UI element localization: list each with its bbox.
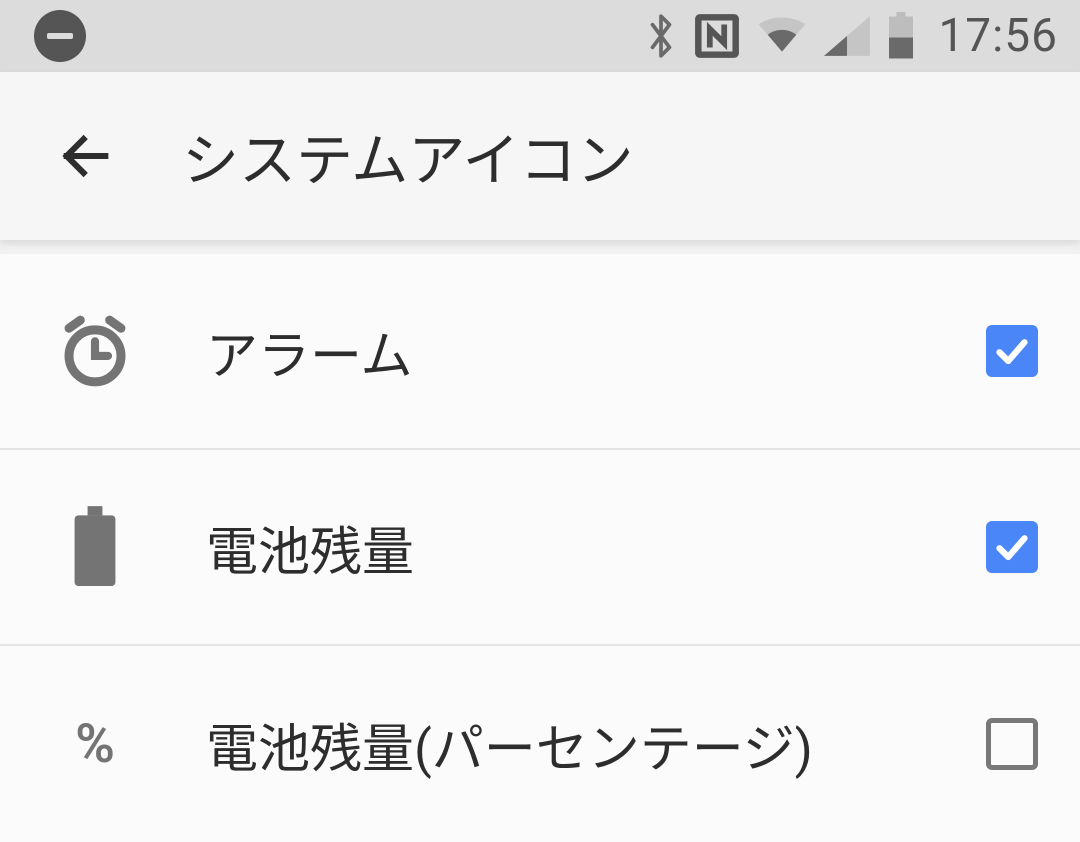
row-battery-percent-label: 電池残量(パーセンテージ) — [206, 707, 986, 782]
status-clock: 17:56 — [938, 9, 1058, 63]
back-button[interactable] — [56, 126, 116, 186]
checkbox-battery[interactable] — [986, 521, 1038, 573]
row-battery-percent[interactable]: % 電池残量(パーセンテージ) — [0, 646, 1080, 842]
page-title: システムアイコン — [182, 115, 633, 197]
alarm-icon — [52, 312, 138, 390]
wifi-icon — [756, 16, 808, 56]
nfc-icon — [694, 13, 740, 59]
checkbox-alarm[interactable] — [986, 325, 1038, 377]
row-alarm[interactable]: アラーム — [0, 254, 1080, 450]
row-alarm-label: アラーム — [206, 314, 986, 389]
status-bar: 17:56 — [0, 0, 1080, 72]
do-not-disturb-icon — [34, 10, 86, 62]
bluetooth-icon — [644, 12, 678, 60]
battery-icon — [886, 12, 916, 60]
checkmark-icon — [992, 527, 1032, 567]
row-battery[interactable]: 電池残量 — [0, 450, 1080, 646]
checkbox-battery-percent[interactable] — [986, 718, 1038, 770]
app-bar: システムアイコン — [0, 72, 1080, 240]
settings-list: アラーム 電池残量 % 電池残量(パーセンテージ) — [0, 254, 1080, 842]
checkmark-icon — [992, 331, 1032, 371]
battery-full-icon — [52, 506, 138, 588]
cellular-signal-icon — [824, 16, 870, 56]
percent-icon: % — [52, 713, 138, 776]
row-battery-label: 電池残量 — [206, 510, 986, 585]
arrow-back-icon — [57, 127, 115, 185]
